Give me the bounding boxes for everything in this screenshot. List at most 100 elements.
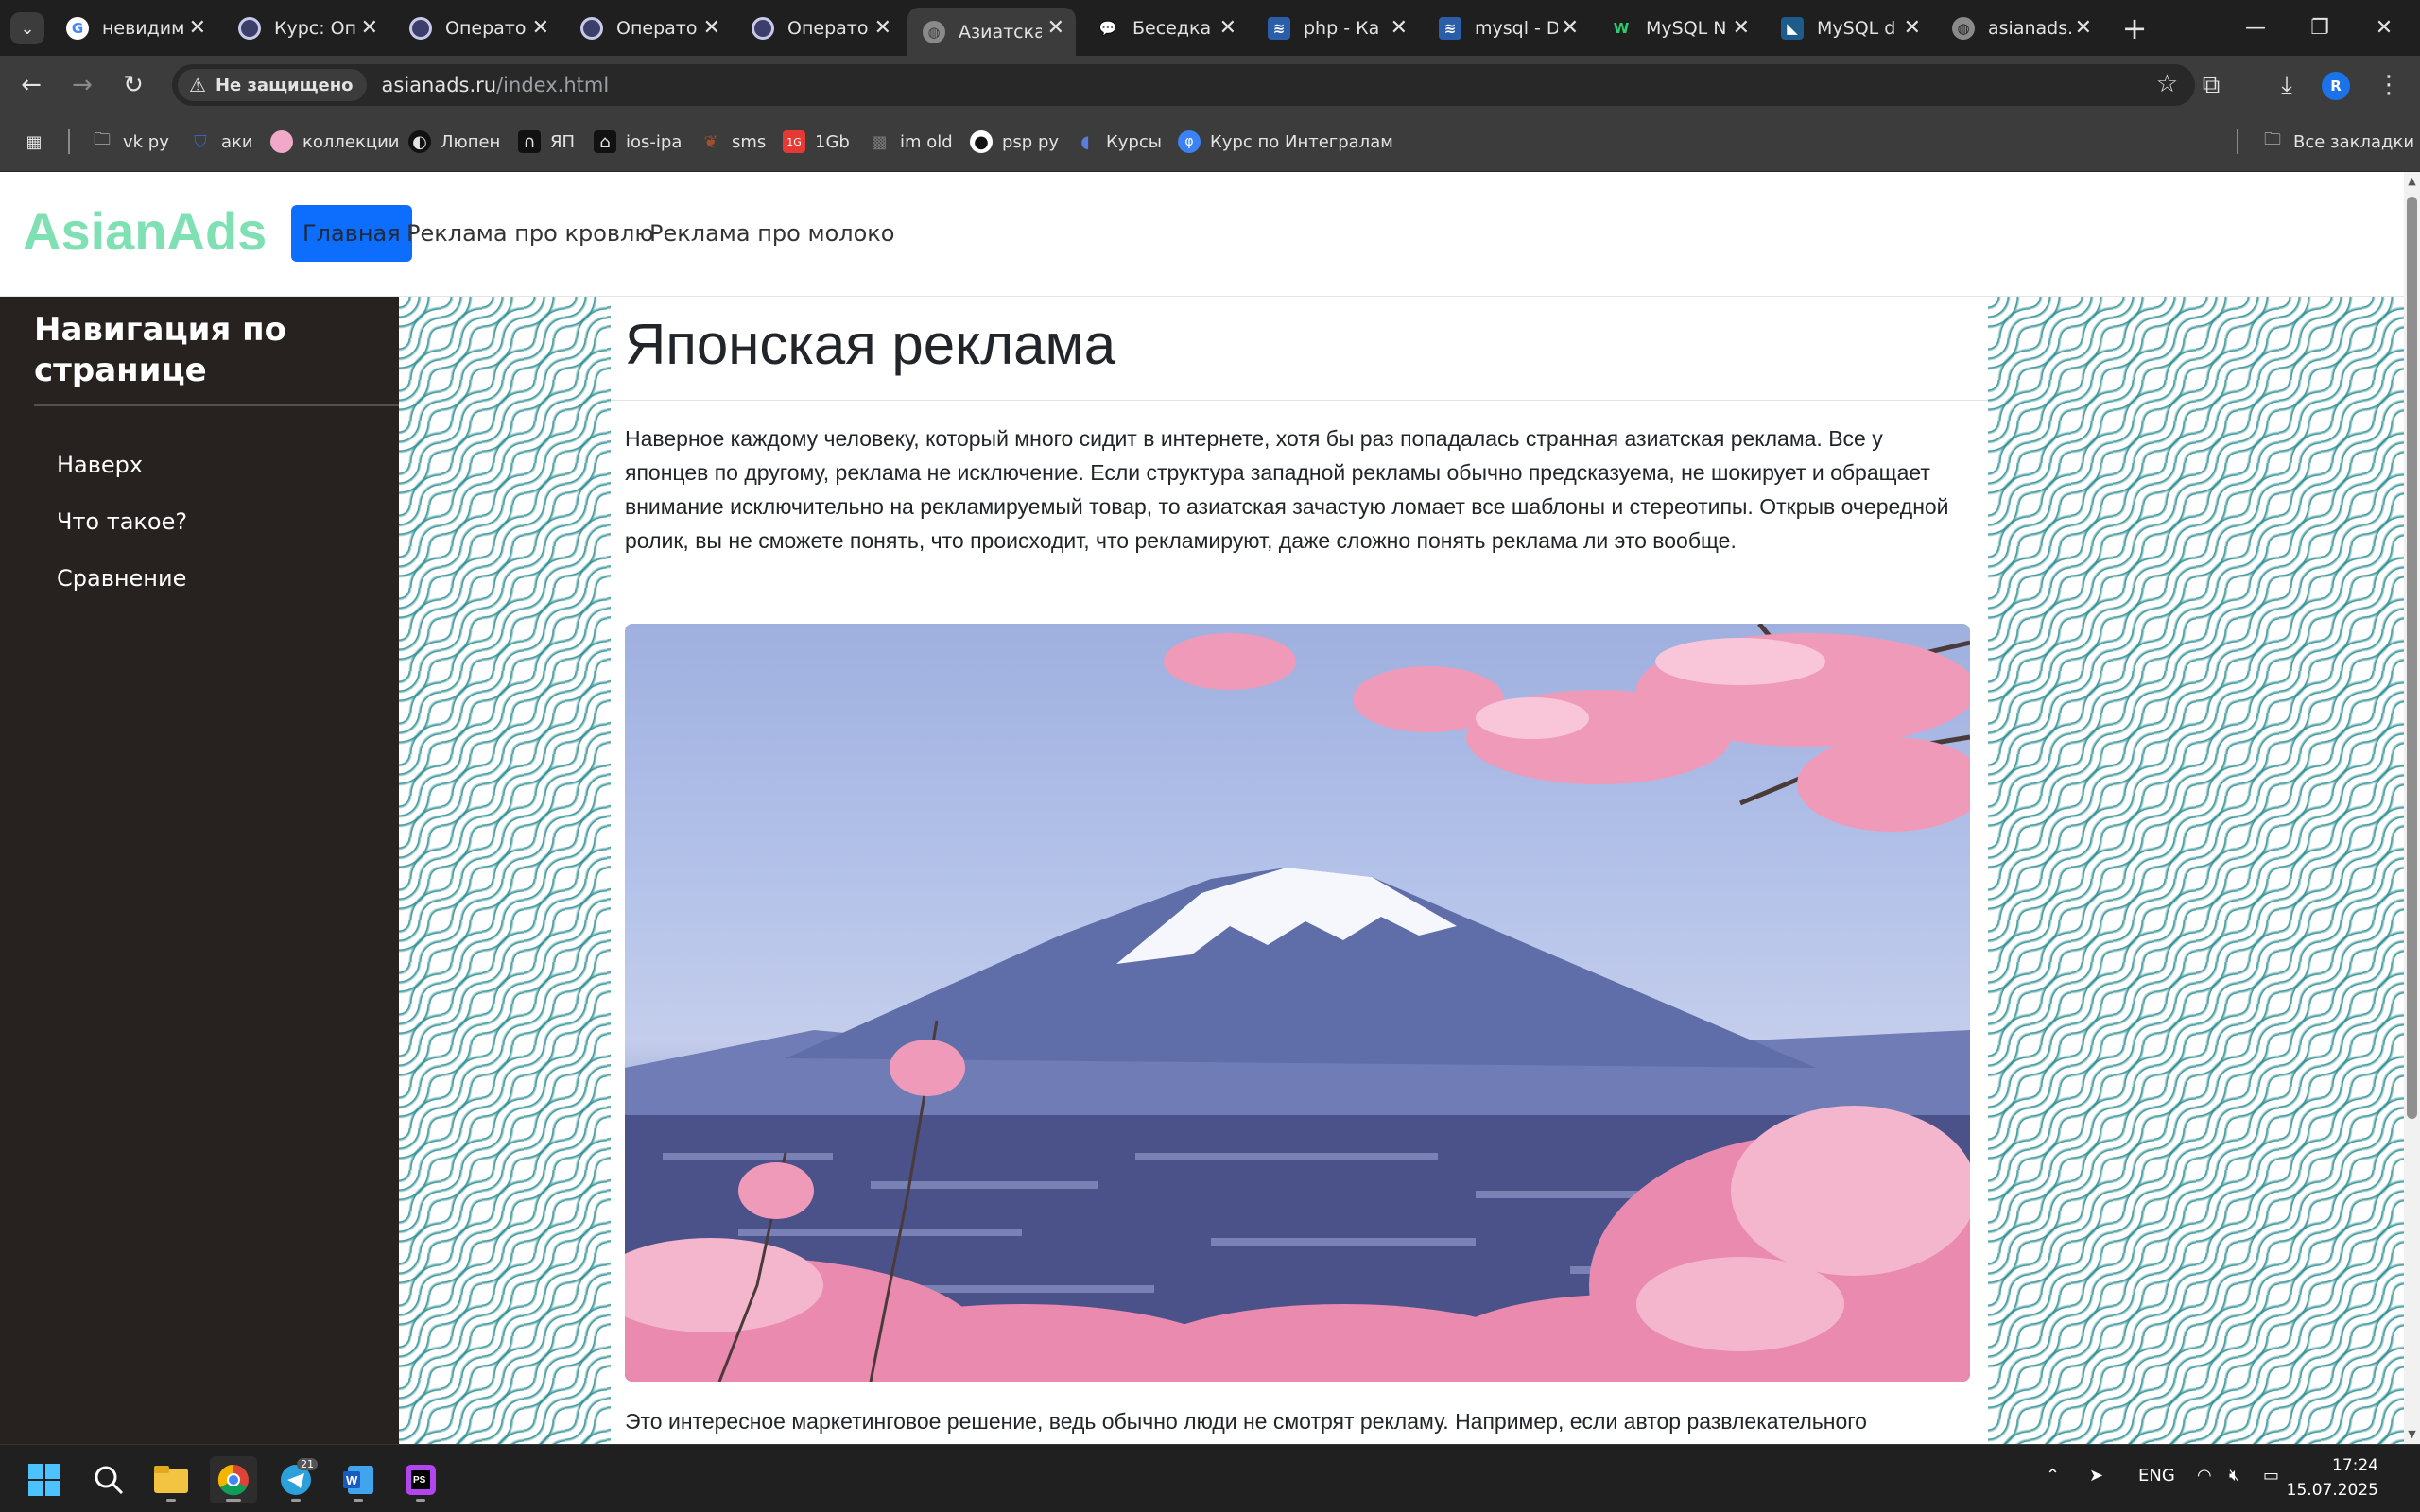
tab-title: MySQL N (1646, 17, 1727, 39)
nav-link-home[interactable]: Главная (291, 205, 412, 262)
apps-button[interactable]: ▦ (23, 128, 45, 156)
downloads-button[interactable]: ⤓ (2269, 67, 2305, 103)
wifi-icon[interactable]: ◠ (2197, 1466, 2212, 1486)
bookmark-star-icon[interactable]: ☆ (2156, 70, 2178, 98)
bookmark-item[interactable]: ● psp py (970, 128, 1059, 156)
bookmark-item[interactable]: ◐ Люпен (408, 128, 500, 156)
browser-tab[interactable]: ≋ php - Ка ✕ (1253, 8, 1419, 48)
wave-pattern-left (399, 297, 611, 1444)
bookmark-item[interactable]: ◖ Курсы (1074, 128, 1162, 156)
close-icon[interactable]: ✕ (189, 16, 206, 40)
kebab-menu-icon: ⋮ (2377, 71, 2401, 99)
close-icon[interactable]: ✕ (2075, 16, 2092, 40)
browser-tab[interactable]: 💬 Беседка ✕ (1081, 8, 1248, 48)
browser-tab-active[interactable]: ◍ Азиатска ✕ (908, 8, 1076, 56)
url-text[interactable]: asianads.ru/index.html (382, 74, 610, 96)
battery-icon[interactable]: ▭ (2263, 1466, 2279, 1486)
tray-overflow-icon[interactable]: ⌃ (2046, 1466, 2060, 1486)
browser-tab[interactable]: Операто ✕ (394, 8, 561, 48)
browser-tab[interactable]: Операто ✕ (736, 8, 903, 48)
close-icon[interactable]: ✕ (1219, 16, 1236, 40)
restore-button[interactable]: ❐ (2291, 8, 2348, 47)
security-chip[interactable]: ⚠ Не защищено (178, 69, 367, 101)
language-indicator[interactable]: ENG (2138, 1466, 2175, 1486)
folder-icon: 🗀 (2264, 129, 2281, 149)
scrollbar-thumb[interactable] (2407, 197, 2417, 1119)
close-icon[interactable]: ✕ (874, 16, 891, 40)
word-icon: W (343, 1466, 373, 1494)
taskbar-chrome[interactable] (210, 1456, 257, 1503)
browser-tab[interactable]: ◣ MySQL d ✕ (1766, 8, 1932, 48)
nav-link-roofing-ads[interactable]: Реклама про кровлю (395, 205, 666, 262)
extensions-button[interactable]: ⧉ (2193, 67, 2229, 103)
mysql-icon: ◣ (1781, 16, 1804, 40)
nav-link-milk-ads[interactable]: Реклама про молоко (638, 205, 906, 262)
wave-pattern-right (1988, 297, 2404, 1444)
all-bookmarks-button[interactable]: 🗀 Все закладки (2261, 128, 2414, 156)
sidebar-title: Навигация по странице (34, 311, 286, 389)
tab-title: mysql - D (1475, 17, 1558, 39)
start-button[interactable] (21, 1456, 68, 1503)
bookmarks-divider (68, 129, 70, 154)
address-bar[interactable]: ⚠ Не защищено asianads.ru/index.html ☆ (172, 64, 2195, 106)
tab-title: невидим (102, 17, 185, 39)
system-clock[interactable]: 17:24 15.07.2025 (2287, 1453, 2378, 1503)
close-icon[interactable]: ✕ (1047, 16, 1064, 40)
browser-tab[interactable]: Курс: Опе ✕ (223, 8, 389, 48)
taskbar-file-explorer[interactable] (147, 1456, 195, 1503)
bookmark-item[interactable]: ❦ sms (700, 128, 766, 156)
browser-tab[interactable]: G невидим ✕ (51, 8, 217, 48)
taskbar-telegram[interactable]: 21 (272, 1456, 320, 1503)
taskbar-search-button[interactable] (85, 1456, 132, 1503)
close-icon[interactable]: ✕ (361, 16, 378, 40)
sidebar-link-what-is[interactable]: Что такое? (57, 508, 187, 535)
warning-icon: ⚠ (189, 74, 206, 96)
taskbar-phpstorm[interactable]: PS (397, 1456, 444, 1503)
close-icon[interactable]: ✕ (532, 16, 549, 40)
bookmark-item[interactable]: коллекции (270, 128, 400, 156)
download-icon: ⤓ (2281, 70, 2292, 99)
browser-tab[interactable]: Операто ✕ (565, 8, 732, 48)
sidebar-link-top[interactable]: Наверх (57, 452, 143, 478)
building-icon: ⌂ (594, 130, 616, 153)
reload-icon: ↻ (123, 71, 144, 99)
page-scrollbar[interactable]: ▲ ▼ (2404, 172, 2420, 1444)
tab-search-button[interactable]: ⌄ (10, 12, 44, 44)
close-icon[interactable]: ✕ (703, 16, 720, 40)
browser-tab[interactable]: ≋ mysql - D ✕ (1424, 8, 1590, 48)
profile-avatar[interactable]: R (2322, 72, 2350, 100)
bookmark-item[interactable]: ⛉ аки (189, 128, 252, 156)
site-brand[interactable]: AsianAds (23, 200, 267, 262)
tray-telegram-icon[interactable]: ➤ (2089, 1466, 2103, 1486)
volume-muted-icon[interactable]: 🔇︎ (2229, 1466, 2239, 1486)
taskbar-word[interactable]: W (335, 1456, 382, 1503)
bookmark-item[interactable]: ∩ ЯП (518, 128, 575, 156)
new-tab-button[interactable]: + (2116, 9, 2153, 47)
close-icon[interactable]: ✕ (1733, 16, 1750, 40)
close-icon[interactable]: ✕ (1562, 16, 1579, 40)
close-window-button[interactable]: ✕ (2356, 8, 2412, 47)
bookmark-label: ios-ipa (626, 131, 683, 152)
menu-button[interactable]: ⋮ (2371, 67, 2407, 103)
arch-icon: ∩ (518, 130, 541, 153)
bookmark-item[interactable]: 1G 1Gb (783, 128, 850, 156)
minimize-button[interactable]: — (2227, 8, 2284, 47)
browser-tab[interactable]: ◍ asianads. ✕ (1937, 8, 2103, 48)
forward-button[interactable]: → (64, 67, 100, 103)
reload-button[interactable]: ↻ (115, 67, 151, 103)
back-button[interactable]: ← (13, 67, 49, 103)
bookmark-item[interactable]: 🗀 vk py (91, 128, 169, 156)
scroll-up-icon[interactable]: ▲ (2407, 176, 2417, 187)
close-icon[interactable]: ✕ (1904, 16, 1921, 40)
bookmark-item[interactable]: φ Курс по Интегралам (1178, 128, 1393, 156)
bookmark-item[interactable]: ⌂ ios-ipa (594, 128, 682, 156)
close-icon[interactable]: ✕ (1391, 16, 1408, 40)
bookmark-item[interactable]: ▩ im old (868, 128, 952, 156)
sidebar-link-comparison[interactable]: Сравнение (57, 565, 186, 592)
running-indicator (354, 1499, 363, 1502)
browser-tab[interactable]: W MySQL N ✕ (1595, 8, 1761, 48)
bookmarks-divider (2237, 129, 2238, 154)
stackexchange-icon: ≋ (1439, 16, 1461, 40)
moodle-icon (580, 16, 603, 40)
scroll-down-icon[interactable]: ▼ (2407, 1429, 2417, 1440)
